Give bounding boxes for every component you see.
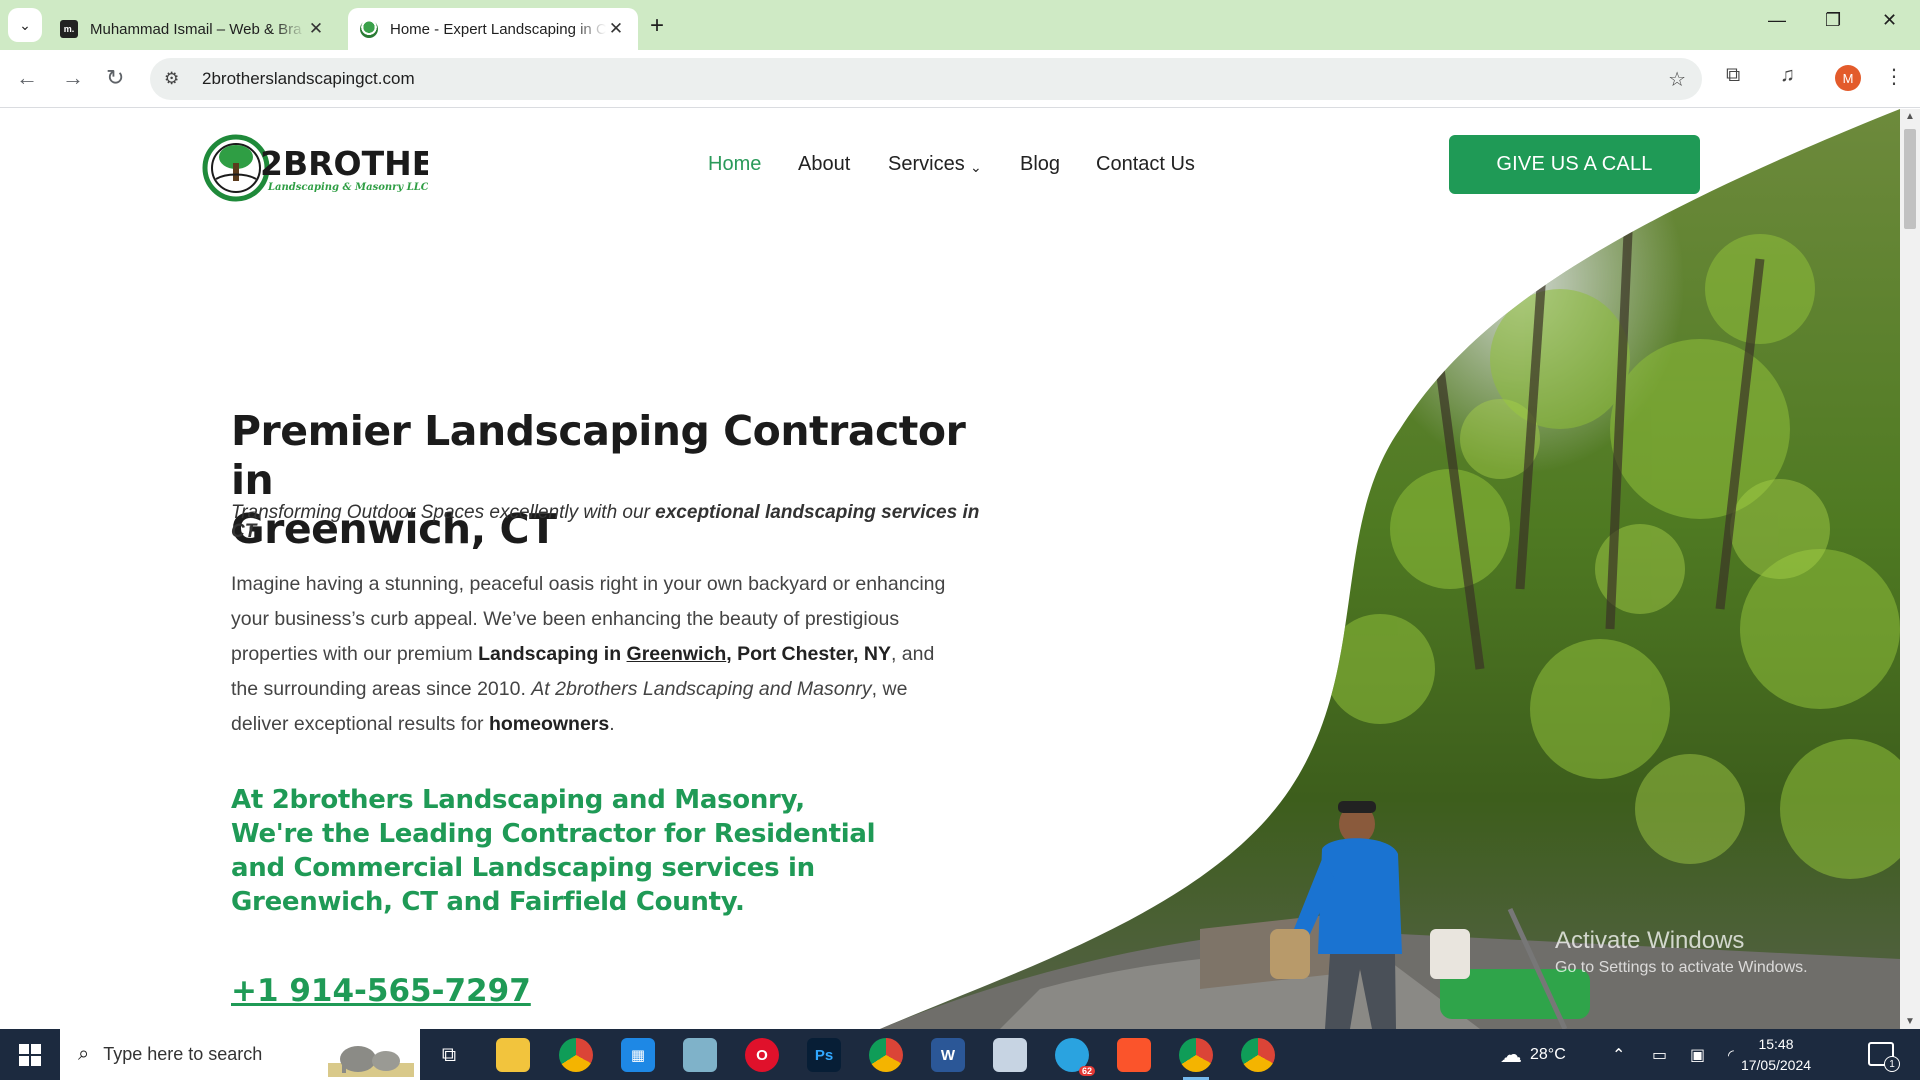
close-icon[interactable]: ✕ <box>606 19 626 39</box>
back-arrow-icon[interactable]: ← <box>16 65 38 91</box>
tab-title: Home - Expert Landscaping in C <box>390 20 606 38</box>
weather-temp: 28°C <box>1530 1045 1566 1063</box>
chrome-secondary-icon[interactable] <box>1241 1038 1275 1072</box>
leading-contractor-heading: At 2brothers Landscaping and Masonry, We… <box>231 783 911 919</box>
weather-cloud-icon: ☁ <box>1500 1041 1522 1067</box>
restore-icon[interactable]: ❐ <box>1825 10 1841 31</box>
reload-icon[interactable]: ↻ <box>106 65 124 91</box>
microsoft-store-icon[interactable]: ▦ <box>621 1038 655 1072</box>
heading-line: and Commercial Landscaping services in <box>231 853 815 883</box>
taskbar-search-box[interactable]: ⌕ Type here to search <box>60 1029 420 1080</box>
subheading-text: Transforming Outdoor Spaces excellently … <box>231 502 656 523</box>
chevron-down-icon: ⌄ <box>19 16 31 33</box>
word-icon[interactable]: W <box>931 1038 965 1072</box>
heading-line: Greenwich, CT and Fairfield County. <box>231 887 745 917</box>
clock-time: 15:48 <box>1758 1036 1794 1052</box>
clock-date: 17/05/2024 <box>1740 1057 1812 1073</box>
system-clock[interactable]: 15:48 17/05/2024 <box>1736 1034 1816 1076</box>
give-us-a-call-button[interactable]: GIVE US A CALL <box>1449 135 1700 194</box>
nav-contact-us[interactable]: Contact Us <box>1096 153 1195 176</box>
weather-widget[interactable]: ☁ 28°C <box>1500 1029 1566 1080</box>
nav-blog[interactable]: Blog <box>1020 153 1060 176</box>
hero-heading-line-1: Premier Landscaping Contractor in <box>231 407 966 504</box>
windows-taskbar: ⌕ Type here to search ⧉ ▦ O Ps W 62 ☁ 28… <box>0 1029 1920 1080</box>
phone-link[interactable]: +1 914-565-7297 <box>231 973 531 1009</box>
tab-title: Muhammad Ismail – Web & Bra <box>90 20 302 38</box>
paint-icon[interactable] <box>993 1038 1027 1072</box>
search-placeholder: Type here to search <box>103 1044 263 1064</box>
nav-about[interactable]: About <box>798 153 850 176</box>
notepad-icon[interactable] <box>683 1038 717 1072</box>
battery-icon[interactable]: ▭ <box>1652 1029 1667 1080</box>
nav-services[interactable]: Services <box>888 153 965 176</box>
page-scrollbar[interactable]: ▲ ▼ <box>1900 109 1920 1029</box>
url-text[interactable]: 2brotherslandscapingct.com <box>202 69 415 89</box>
nav-home[interactable]: Home <box>708 153 761 176</box>
chrome-active-icon[interactable] <box>1179 1038 1213 1080</box>
search-highlight-elephants-icon <box>328 1046 414 1077</box>
scroll-up-icon[interactable]: ▲ <box>1905 111 1915 122</box>
browser-tab-1[interactable]: m. Muhammad Ismail – Web & Bra ✕ <box>48 8 338 50</box>
forward-arrow-icon[interactable]: → <box>62 65 84 91</box>
browser-tab-2[interactable]: Home - Expert Landscaping in C ✕ <box>348 8 638 50</box>
windows-logo-icon <box>19 1043 41 1066</box>
media-control-icon[interactable]: ♫ <box>1780 64 1795 87</box>
task-view-icon[interactable]: ⧉ <box>432 1038 466 1072</box>
telegram-icon[interactable]: 62 <box>1055 1038 1095 1076</box>
scrollbar-thumb[interactable] <box>1904 129 1916 229</box>
chevron-up-icon[interactable]: ⌃ <box>1612 1029 1625 1080</box>
start-button[interactable] <box>0 1029 60 1080</box>
heading-line: We're the Leading Contractor for Residen… <box>231 819 876 849</box>
para-text: . <box>609 713 615 735</box>
minimize-icon[interactable]: — <box>1768 10 1786 31</box>
hero-subheading: Transforming Outdoor Spaces excellently … <box>231 503 991 541</box>
profile-avatar[interactable]: M <box>1835 65 1861 91</box>
web-page: 2BROTHERS Landscaping & Masonry LLC Home… <box>0 109 1920 1029</box>
brave-icon[interactable] <box>1117 1038 1151 1072</box>
browser-tab-bar: ⌄ m. Muhammad Ismail – Web & Bra ✕ Home … <box>0 0 1920 50</box>
close-icon[interactable]: ✕ <box>306 19 326 39</box>
chrome-profile-icon[interactable] <box>869 1038 903 1072</box>
extensions-icon[interactable]: ⧉ <box>1726 64 1740 87</box>
logo-wordmark: 2BROTHERS <box>260 144 428 183</box>
network-icon[interactable]: ◜ <box>1728 1029 1734 1080</box>
photoshop-icon[interactable]: Ps <box>807 1038 841 1072</box>
bookmark-star-icon[interactable]: ☆ <box>1668 67 1686 92</box>
para-bold: Landscaping in <box>478 643 627 665</box>
logo-tagline: Landscaping & Masonry LLC <box>267 182 428 193</box>
window-close-icon[interactable]: ✕ <box>1882 10 1897 31</box>
heading-line: At 2brothers Landscaping and Masonry, <box>231 785 805 815</box>
opera-icon[interactable]: O <box>745 1038 779 1072</box>
greenwich-link[interactable]: Greenwich <box>627 643 727 665</box>
para-italic: At 2brothers Landscaping and Masonry <box>531 678 872 700</box>
chevron-down-icon[interactable]: ⌄ <box>970 159 982 176</box>
search-icon: ⌕ <box>78 1043 90 1065</box>
chrome-icon[interactable] <box>559 1038 593 1072</box>
notification-center-icon[interactable]: 1 <box>1868 1042 1900 1072</box>
activate-windows-watermark: Activate Windows Go to Settings to activ… <box>1555 927 1808 977</box>
site-logo[interactable]: 2BROTHERS Landscaping & Masonry LLC <box>202 133 428 203</box>
para-bold: , Port Chester, NY <box>726 643 891 665</box>
para-bold: homeowners <box>488 713 610 735</box>
tab-favicon <box>360 20 378 38</box>
hero-paragraph: Imagine having a stunning, peaceful oasi… <box>231 567 951 742</box>
file-explorer-icon[interactable] <box>496 1038 530 1072</box>
new-tab-button[interactable]: + <box>650 12 664 40</box>
display-icon[interactable]: ▣ <box>1690 1029 1705 1080</box>
telegram-badge: 62 <box>1078 1066 1095 1076</box>
scroll-down-icon[interactable]: ▼ <box>1905 1016 1915 1027</box>
notification-count: 1 <box>1884 1056 1900 1072</box>
menu-kebab-icon[interactable]: ⋮ <box>1884 64 1904 89</box>
browser-toolbar: ← → ↻ ⚙ 2brotherslandscapingct.com ☆ ⧉ ♫… <box>0 50 1920 108</box>
watermark-subtitle: Go to Settings to activate Windows. <box>1555 959 1808 976</box>
tab-search-button[interactable]: ⌄ <box>8 8 42 42</box>
watermark-title: Activate Windows <box>1555 927 1745 954</box>
tab-favicon: m. <box>60 20 78 38</box>
site-info-icon[interactable]: ⚙ <box>164 69 192 89</box>
address-bar[interactable]: ⚙ 2brotherslandscapingct.com ☆ <box>150 58 1702 100</box>
